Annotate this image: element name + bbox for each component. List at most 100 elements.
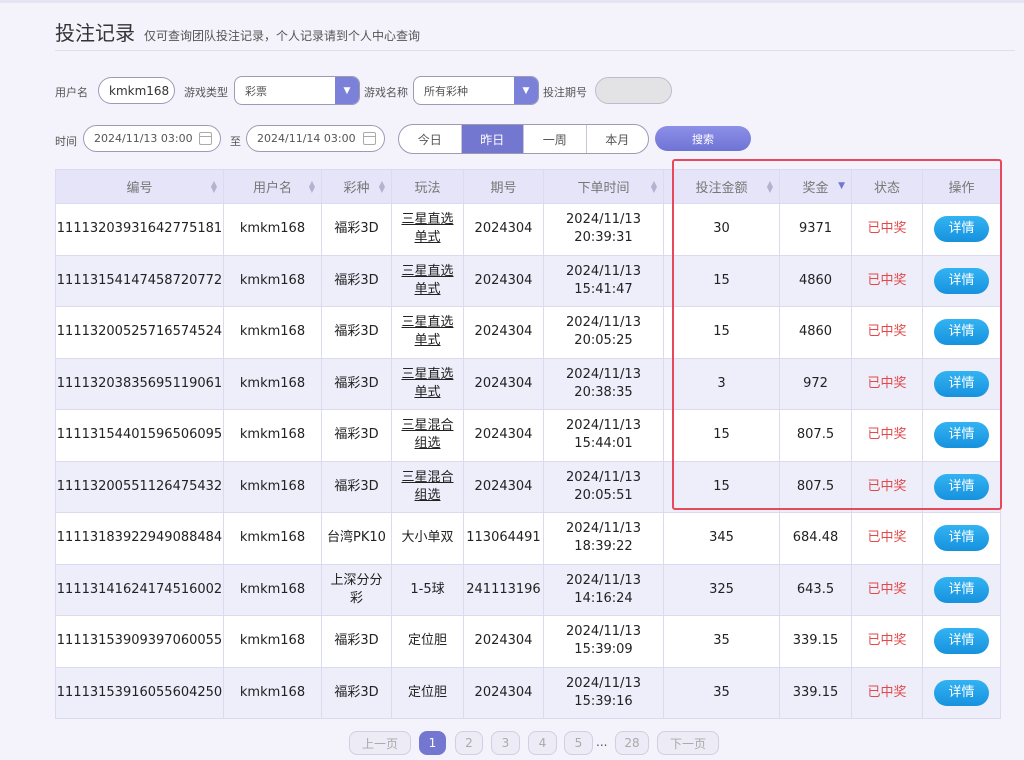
bet-issue-cell: 2024304 [463,615,544,668]
bet-action-cell: 详情 [922,615,1001,668]
bet-id-cell: 11113153909397060055 [55,615,224,668]
col-id-label: 编号 [126,181,153,196]
table-row: 11113183922949088484 kmkm168 台湾PK10 大小单双 113… [55,512,1001,565]
bet-issue-cell: 241113196 [463,563,544,616]
bet-username: kmkm168 [239,272,306,288]
bet-username: kmkm168 [239,375,306,391]
bet-id: 11113153916055604250 [56,684,223,700]
bet-lottery: 福彩3D [334,633,379,649]
bet-action-cell: 详情 [922,512,1001,565]
bet-status-cell: 已中奖 [851,666,923,719]
page-4-button[interactable]: 4 [528,731,557,755]
bet-order-time: 2024/11/13 15:39:16 [566,675,641,709]
col-username[interactable]: 用户名 ▲ ▼ [223,169,322,204]
chevron-down-icon: ▼ [514,77,538,104]
bet-issue: 2024304 [474,221,533,237]
bet-issue: 2024304 [474,633,533,649]
bet-order-time-cell: 2024/11/13 15:39:16 [543,666,664,719]
page-2-button[interactable]: 2 [455,731,483,755]
bet-id: 11113141624174516002 [56,581,223,597]
range-month[interactable]: 本月 [587,125,649,153]
end-time-input[interactable]: 2024/11/14 03:00 [246,125,385,152]
col-username-label: 用户名 [252,181,292,196]
game-name-select[interactable]: 所有彩种 ▼ [413,76,539,105]
bet-issue-cell: 2024304 [463,409,544,462]
bet-play: 大小单双 [401,530,454,546]
sort-icon: ▲ ▼ [308,179,315,194]
bet-play: 1-5球 [410,581,445,597]
start-time-input[interactable]: 2024/11/13 03:00 [83,125,221,152]
bet-order-time-cell: 2024/11/13 15:44:01 [543,409,664,462]
bet-id-cell: 11113200551126475432 [55,460,224,513]
game-name-label: 游戏名称 [364,86,408,99]
col-lottery-label: 彩种 [343,181,370,196]
bet-id: 11113153909397060055 [56,633,223,649]
time-label: 时间 [55,135,77,148]
game-type-label: 游戏类型 [184,86,228,99]
next-page-button[interactable]: 下一页 [657,731,719,755]
bet-order-time-cell: 2024/11/13 20:39:31 [543,203,664,256]
to-label: 至 [230,135,241,148]
bet-order-time: 2024/11/13 20:38:35 [566,366,641,400]
bet-amount: 35 [713,684,730,700]
page-3-button[interactable]: 3 [491,731,520,755]
sort-icon: ▲ ▼ [210,179,217,194]
col-lottery[interactable]: 彩种 ▲ ▼ [321,169,392,204]
sort-icon: ▲ ▼ [378,179,385,194]
bet-lottery: 福彩3D [334,427,379,443]
col-issue-label: 期号 [490,181,517,196]
bet-status-cell: 已中奖 [851,615,923,668]
bet-amount: 35 [713,633,730,649]
bet-action-cell: 详情 [922,666,1001,719]
bet-play: 三星混合 组选 [401,469,454,503]
prev-page-button[interactable]: 上一页 [349,731,411,755]
issue-input[interactable] [595,77,672,104]
bet-lottery-cell: 台湾PK10 [321,512,392,565]
col-issue: 期号 [463,169,544,204]
bet-prize-cell: 339.15 [779,615,852,668]
bet-order-time: 2024/11/13 20:05:51 [566,469,641,503]
bet-lottery: 福彩3D [334,375,379,391]
bet-order-time-cell: 2024/11/13 14:16:24 [543,563,664,616]
range-today[interactable]: 今日 [399,125,462,153]
bet-play: 三星直选 单式 [401,366,454,400]
bet-order-time-cell: 2024/11/13 18:39:22 [543,512,664,565]
bet-prize: 684.48 [792,530,839,546]
table-row: 11113141624174516002 kmkm168 上深分分 彩 1-5球 241… [55,563,1001,616]
page-5-button[interactable]: 5 [564,731,593,755]
col-order-time[interactable]: 下单时间 ▲ ▼ [543,169,664,204]
bet-action-cell: 详情 [922,563,1001,616]
col-id[interactable]: 编号 ▲ ▼ [55,169,224,204]
bet-issue-cell: 2024304 [463,666,544,719]
bet-order-time: 2024/11/13 15:41:47 [566,263,641,297]
bet-issue-cell: 2024304 [463,306,544,359]
range-yesterday[interactable]: 昨日 [461,125,524,153]
page-1-button[interactable]: 1 [419,731,446,755]
range-week[interactable]: 一周 [524,125,587,153]
detail-button[interactable]: 详情 [934,576,989,603]
bet-lottery: 福彩3D [334,272,379,288]
detail-button[interactable]: 详情 [934,679,989,706]
bet-id: 11113183922949088484 [56,530,223,546]
page-subtitle: 仅可查询团队投注记录，个人记录请到个人中心查询 [144,29,421,43]
bet-username: kmkm168 [239,530,306,546]
detail-button[interactable]: 详情 [934,628,989,655]
bet-lottery: 福彩3D [334,324,379,340]
pagination-ellipsis: ... [596,735,608,749]
search-button[interactable]: 搜索 [655,126,751,151]
bet-status-cell: 已中奖 [851,512,923,565]
bet-play-cell: 大小单双 [391,512,464,565]
bet-amount-cell: 35 [663,615,780,668]
bet-lottery: 福彩3D [334,684,379,700]
bet-id: 11113200525716574524 [56,324,223,340]
page-28-button[interactable]: 28 [615,731,649,755]
bet-lottery-cell: 福彩3D [321,409,392,462]
game-type-select[interactable]: 彩票 ▼ [234,76,360,105]
bet-id: 11113200551126475432 [56,478,223,494]
col-order-time-label: 下单时间 [577,181,630,196]
bet-order-time-cell: 2024/11/13 15:41:47 [543,254,664,307]
page-title: 投注记录 [55,21,135,45]
detail-button[interactable]: 详情 [934,525,989,552]
bet-amount-cell: 35 [663,666,780,719]
username-input[interactable]: kmkm168 [98,77,175,104]
